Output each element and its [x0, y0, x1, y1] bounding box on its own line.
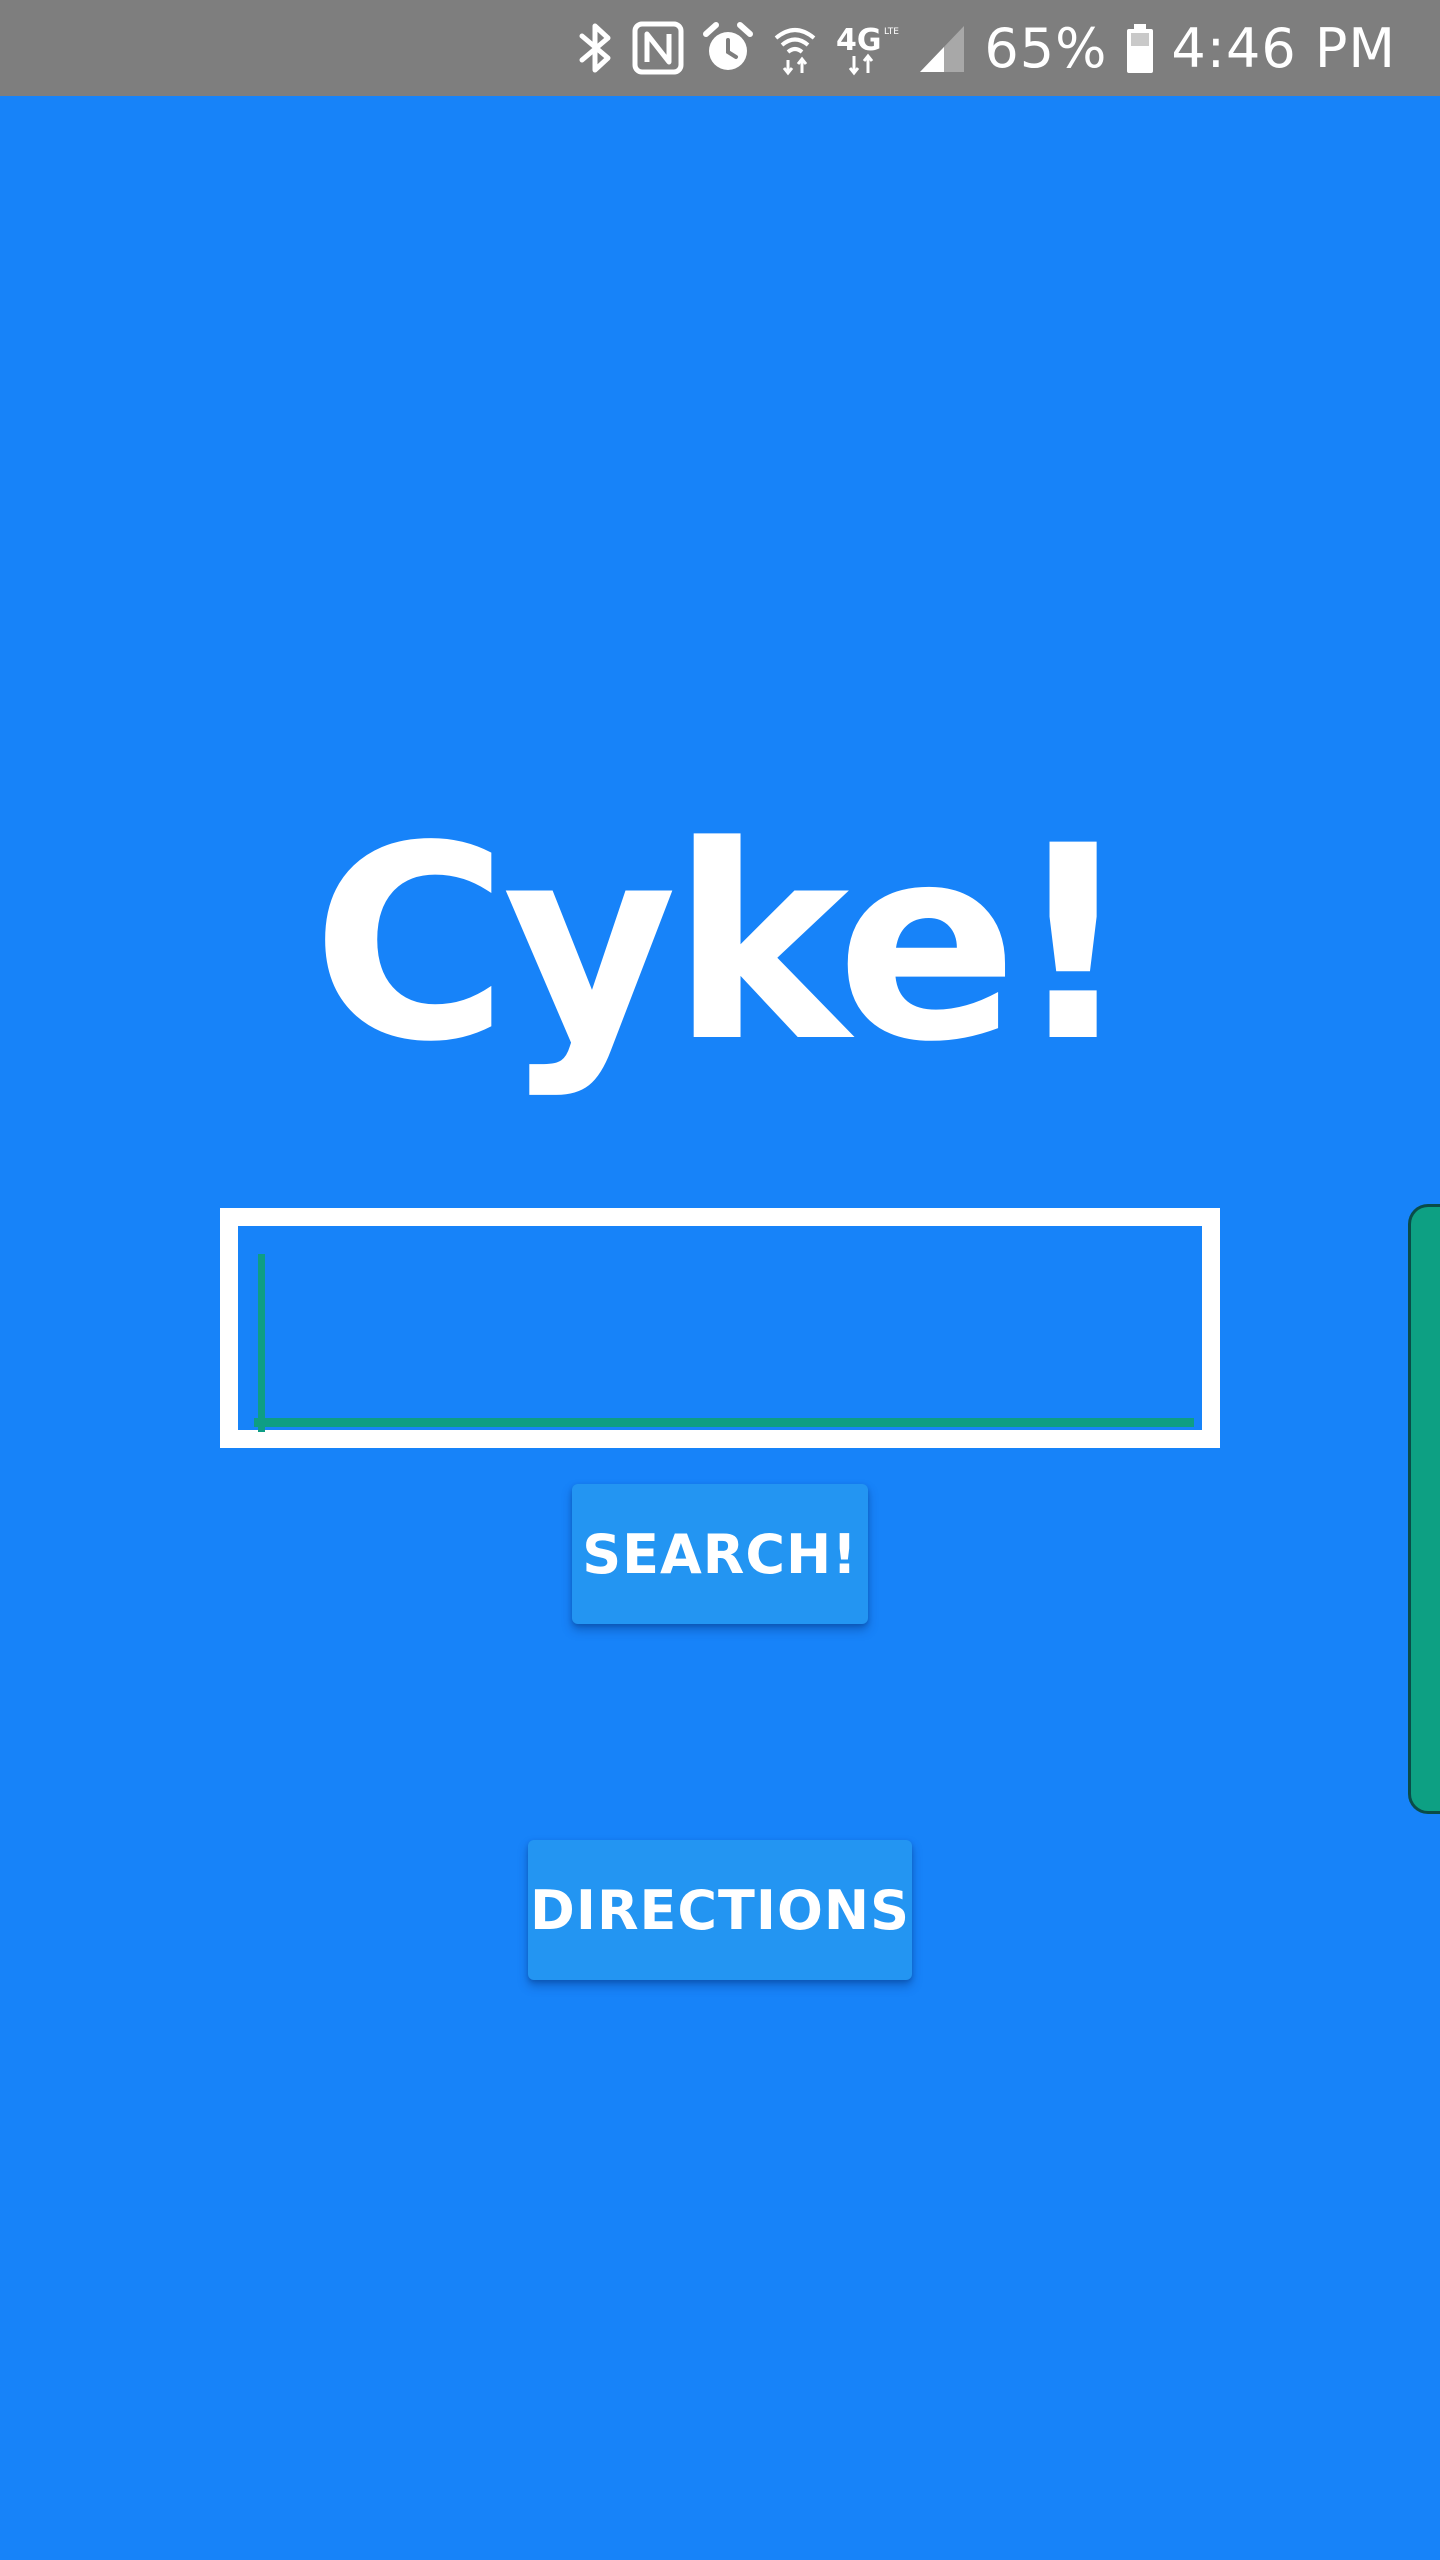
signal-icon	[918, 20, 968, 76]
svg-text:LTE: LTE	[884, 27, 899, 37]
wifi-icon	[772, 20, 818, 76]
lte-4g-icon: 4G LTE	[836, 20, 900, 76]
app-title: Cyke!	[311, 789, 1134, 1101]
clock-time: 4:46 PM	[1171, 16, 1396, 80]
status-bar: 4G LTE 65% 4:46 PM	[0, 0, 1440, 96]
bluetooth-icon	[578, 20, 614, 76]
search-box[interactable]	[220, 1208, 1220, 1448]
svg-text:4G: 4G	[836, 23, 882, 58]
search-input[interactable]	[238, 1226, 1202, 1430]
text-cursor	[258, 1254, 265, 1432]
input-underline	[254, 1418, 1194, 1427]
search-button[interactable]: SEARCH!	[572, 1484, 868, 1624]
scrollbar-handle[interactable]	[1408, 1204, 1440, 1814]
battery-icon	[1125, 20, 1155, 76]
status-icons: 4G LTE 65% 4:46 PM	[560, 0, 1396, 96]
directions-button[interactable]: DIRECTIONS	[528, 1840, 912, 1980]
alarm-icon	[702, 20, 754, 76]
nfc-icon	[632, 20, 684, 76]
battery-percentage: 65%	[984, 16, 1108, 80]
